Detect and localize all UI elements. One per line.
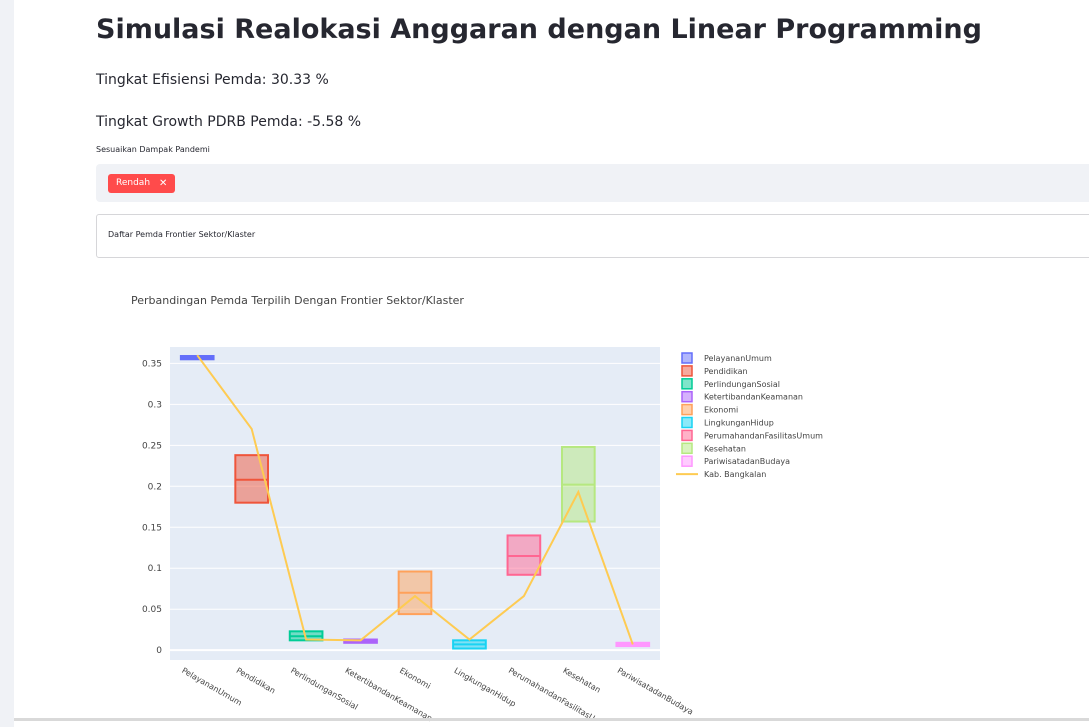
y-tick-label: 0.1 (148, 564, 162, 574)
x-tick-label: Kesehatan (561, 666, 602, 695)
legend-swatch (681, 403, 693, 416)
legend-label: KetertibandanKeamanan (704, 393, 803, 402)
legend-swatch (681, 429, 693, 442)
legend-label: PerlindunganSosial (704, 380, 780, 389)
x-tick-label: PerumahandanFasilitasU (507, 666, 597, 723)
legend-label: Ekonomi (704, 406, 738, 415)
x-tick-label: PelayananUmum (180, 666, 243, 708)
legend-label: PerumahandanFasilitasUmum (704, 431, 823, 440)
y-tick-label: 0.2 (148, 482, 162, 492)
y-tick-label: 0.35 (142, 359, 162, 369)
y-tick-label: 0.3 (148, 400, 162, 410)
legend-label: Pendidikan (704, 367, 748, 376)
x-tick-label: PariwisatadanBudaya (616, 666, 695, 717)
y-tick-label: 0.25 (142, 441, 162, 451)
y-tick-label: 0 (156, 646, 162, 656)
legend-label: Kab. Bangkalan (704, 470, 766, 479)
legend-swatch (681, 455, 693, 467)
x-tick-label: Ekonomi (398, 666, 432, 691)
legend-swatch (681, 365, 693, 377)
legend-label: Kesehatan (704, 444, 746, 453)
y-tick-label: 0.15 (142, 523, 162, 533)
y-tick-label: 0.05 (142, 605, 162, 615)
legend-swatch (681, 378, 693, 390)
x-tick-label: Pendidikan (235, 666, 277, 696)
legend-swatch (681, 416, 693, 429)
legend-label: PelayananUmum (704, 354, 772, 363)
legend-swatch (681, 390, 693, 403)
legend-label: LingkunganHidup (704, 419, 774, 428)
legend-label: PariwisatadanBudaya (704, 457, 790, 466)
x-tick-label: KetertibandanKeamanan (344, 666, 434, 723)
box-chart: 00.050.10.150.20.250.30.35PelayananUmumP… (142, 347, 823, 723)
legend-swatch (681, 352, 693, 364)
legend-swatch (681, 442, 693, 455)
bottom-divider (14, 718, 1089, 721)
